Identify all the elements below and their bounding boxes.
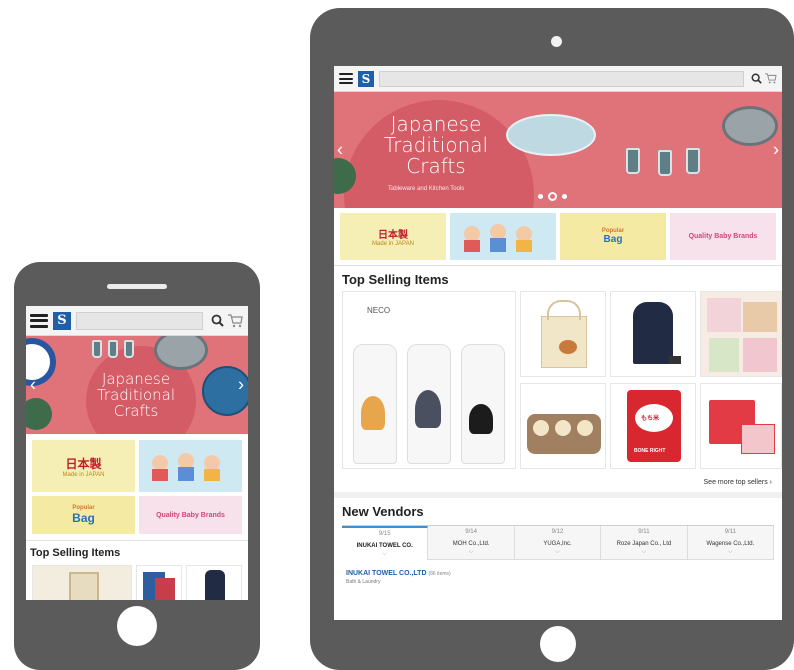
cat-illustration [415,390,441,428]
featured-vendor-name[interactable]: INUKAI TOWEL CO.,LTD [346,570,427,577]
phone-speaker [107,284,167,289]
carousel-dot[interactable] [562,194,567,199]
hero-subtitle: Tableware and Kitchen Tools [388,186,465,192]
top-selling-title: Top Selling Items [342,272,449,287]
tablet-camera [551,36,562,47]
chevron-down-icon: ⌵ [468,549,474,555]
product-tile-bottles[interactable]: NECO [342,291,516,469]
cat-illustration [361,396,385,430]
hero-title: Japanese Traditional Crafts [96,370,176,420]
carousel-dot-active[interactable] [548,192,557,201]
search-icon[interactable] [749,73,763,84]
baby-brands-banner[interactable]: Quality Baby Brands [139,496,242,534]
rice-label: もち米 [641,416,660,422]
phone-product-grid [32,565,242,600]
baby-brands-banner[interactable]: Quality Baby Brands [670,213,776,260]
cup-image [108,340,118,358]
phone-screen: S Japanese Traditional Crafts ‹ › 日本製 Ma… [26,306,248,600]
product-tile-towels[interactable] [700,291,782,377]
product-tile-plush[interactable] [520,383,606,469]
category-banners: 日本製 Made in JAPAN Popular Bag Quality Ba… [26,434,248,540]
product-tile-rice[interactable]: もち米 BONE RIGHT [610,383,696,469]
cat-illustration [469,404,493,434]
vendor-tab[interactable]: 9/14 MOH Co.,Ltd. ⌵ [428,526,515,560]
hero-carousel[interactable]: Japanese Traditional Crafts Tableware an… [334,92,782,208]
bottle-brand-label: NECO [367,306,391,315]
chevron-down-icon: ⌵ [382,551,387,557]
category-banners: 日本製 Made in JAPAN Popular Bag Quality Ba… [334,208,782,266]
pan-image [722,106,778,146]
site-logo[interactable]: S [358,70,374,87]
featured-vendor[interactable]: INUKAI TOWEL CO.,LTD (86 items) [334,560,782,577]
product-tile-tissues[interactable] [700,383,782,469]
cart-icon[interactable] [763,73,777,84]
cup-image [124,340,134,358]
new-vendors-title: New Vendors [342,504,424,519]
product-tile[interactable] [32,565,132,600]
cup-image [686,148,700,174]
product-tile-jacket[interactable] [610,291,696,377]
vendor-tab[interactable]: 9/11 Roze Japan Co., Ltd ⌵ [601,526,688,560]
cart-icon[interactable] [226,313,244,328]
dolls-banner[interactable] [139,440,242,492]
featured-vendor-category: Bath & Laundry [346,579,381,585]
carousel-dot[interactable] [538,194,543,199]
tablet-product-grid: NECO もち米 BONE RIGHT [338,291,782,471]
popular-bag-banner[interactable]: Popular Bag [560,213,666,260]
product-tile[interactable] [186,565,242,600]
carousel-prev-button[interactable]: ‹ [30,375,36,396]
carousel-prev-button[interactable]: ‹ [337,140,343,161]
hamburger-icon[interactable] [339,73,353,84]
pan-image [154,336,208,370]
phone-header: S [26,306,248,336]
cup-image [658,150,672,176]
vendor-tab[interactable]: 9/15 INUKAI TOWEL CO. ⌵ [342,526,429,560]
made-in-japan-banner[interactable]: 日本製 Made in JAPAN [340,213,446,260]
phone-home-button[interactable] [117,606,157,646]
vendor-tab[interactable]: 9/12 YUGA,Inc. ⌵ [514,526,602,560]
site-logo[interactable]: S [53,311,71,330]
carousel-next-button[interactable]: › [238,375,244,396]
featured-vendor-count: (86 items) [428,571,451,577]
vendor-tabs: 9/15 INUKAI TOWEL CO. ⌵ 9/14 MOH Co.,Ltd… [342,525,775,560]
search-input[interactable] [379,70,744,87]
hero-title: Japanese Traditional Crafts [383,112,489,178]
tablet-header: S [334,66,782,92]
chevron-down-icon: ⌵ [641,549,647,555]
hero-carousel[interactable]: Japanese Traditional Crafts ‹ › [26,336,248,434]
carousel-next-button[interactable]: › [773,140,779,161]
cup-image [92,340,102,358]
carousel-dots[interactable] [538,192,567,201]
vendor-tab[interactable]: 9/11 Wagense Co.,Ltd. ⌵ [687,526,775,560]
cup-image [626,148,640,174]
chevron-down-icon: ⌵ [728,549,733,555]
bowl-image [506,114,596,156]
made-in-japan-banner[interactable]: 日本製 Made in JAPAN [32,440,135,492]
chevron-down-icon: ⌵ [555,549,560,555]
product-tile[interactable] [136,565,182,600]
tablet-home-button[interactable] [540,626,576,662]
dolls-banner[interactable] [450,213,556,260]
rice-footer: BONE RIGHT [634,448,666,454]
phone-device: S Japanese Traditional Crafts ‹ › 日本製 Ma… [14,262,260,670]
hamburger-icon[interactable] [30,313,48,328]
product-tile-tote[interactable] [520,291,606,377]
search-input[interactable] [76,311,203,330]
teapot-image [26,398,52,430]
popular-bag-banner[interactable]: Popular Bag [32,496,135,534]
see-more-top-sellers-link[interactable]: See more top sellers › [334,471,782,498]
tablet-device: S Japanese Traditional Crafts Tableware … [310,8,794,670]
search-icon[interactable] [208,314,226,327]
top-selling-title: Top Selling Items [26,540,248,565]
tablet-screen: S Japanese Traditional Crafts Tableware … [334,66,782,620]
